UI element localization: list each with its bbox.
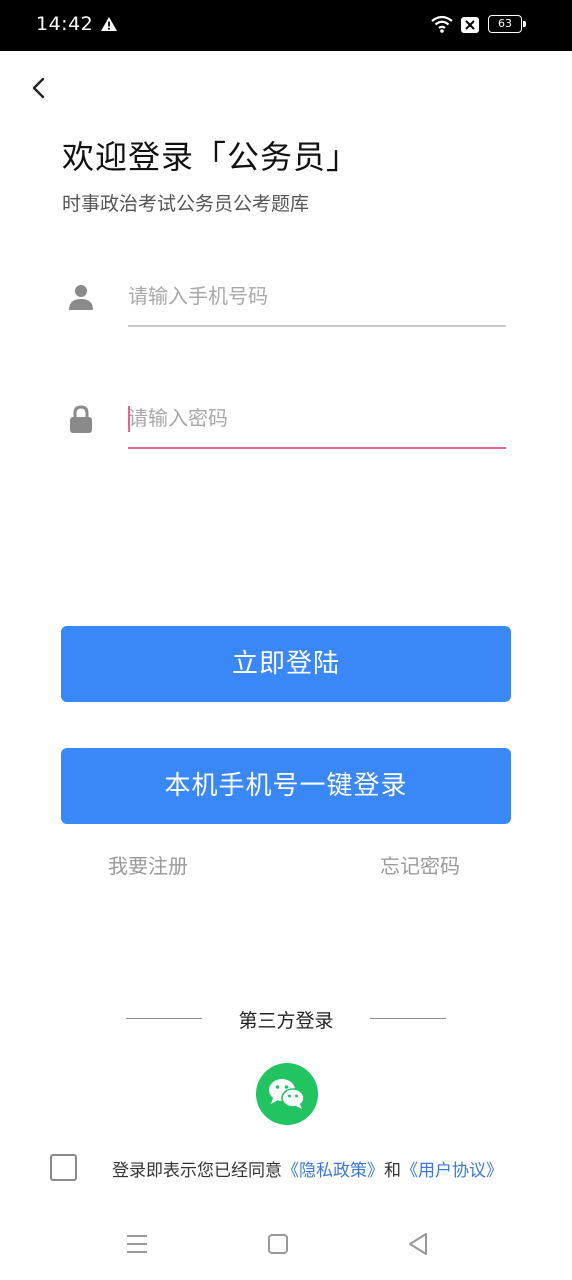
user-icon xyxy=(69,285,93,310)
wechat-login-button[interactable] xyxy=(256,1063,318,1125)
chevron-left-icon[interactable] xyxy=(26,74,54,102)
system-navigation-bar xyxy=(0,1210,572,1280)
page-subtitle: 时事政治考试公务员公考题库 xyxy=(62,193,310,215)
agreement-text: 登录即表示您已经同意《隐私政策》和《用户协议》 xyxy=(112,1156,503,1181)
one-key-login-button[interactable]: 本机手机号一键登录 xyxy=(61,748,511,824)
home-icon[interactable] xyxy=(264,1230,292,1258)
forgot-password-link[interactable]: 忘记密码 xyxy=(380,850,460,879)
battery-icon: 63 xyxy=(488,15,526,33)
password-field xyxy=(62,392,506,452)
agreement-prefix: 登录即表示您已经同意 xyxy=(112,1161,282,1181)
password-underline xyxy=(128,447,506,449)
user-agreement-link[interactable]: 《用户协议》 xyxy=(401,1161,503,1181)
phone-underline xyxy=(128,325,506,327)
third-party-label: 第三方登录 xyxy=(238,1010,334,1032)
sim-off-icon xyxy=(461,17,479,33)
wechat-icon xyxy=(269,1079,305,1109)
menu-icon[interactable] xyxy=(123,1230,151,1258)
privacy-policy-link[interactable]: 《隐私政策》 xyxy=(282,1161,384,1181)
wifi-icon xyxy=(431,15,453,33)
divider-right xyxy=(370,1018,446,1019)
status-bar: 14:42 63 xyxy=(0,0,572,51)
phone-input[interactable] xyxy=(128,270,506,322)
text-caret xyxy=(128,406,130,432)
register-link[interactable]: 我要注册 xyxy=(108,850,188,879)
lock-icon xyxy=(70,405,92,433)
back-triangle-icon[interactable] xyxy=(404,1230,432,1258)
login-button[interactable]: 立即登陆 xyxy=(61,626,511,702)
status-time: 14:42 xyxy=(36,13,94,35)
password-input[interactable] xyxy=(128,392,506,444)
alert-icon xyxy=(101,17,117,31)
agreement-conjunction: 和 xyxy=(384,1161,401,1181)
phone-field xyxy=(62,270,506,330)
battery-level: 63 xyxy=(498,17,512,30)
agreement-checkbox[interactable] xyxy=(50,1154,77,1181)
page-title: 欢迎登录「公务员」 xyxy=(62,138,360,176)
